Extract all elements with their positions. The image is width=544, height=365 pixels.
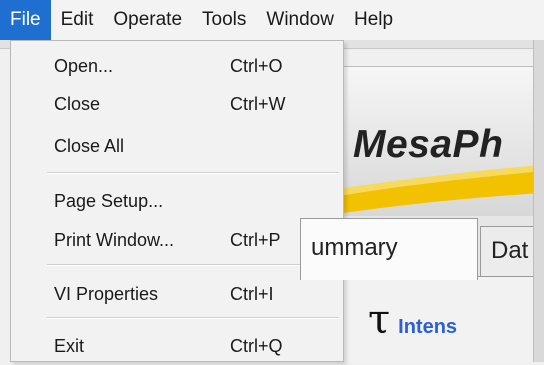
menu-item-label: Open... <box>54 56 114 76</box>
menu-item-close-all[interactable]: Close All <box>11 127 343 165</box>
menu-item-open[interactable]: Open... Ctrl+O <box>11 47 343 85</box>
banner-title: MesaPh <box>353 123 504 166</box>
tab-summary[interactable]: ummary <box>300 218 478 280</box>
menu-item-shortcut: Ctrl+W <box>230 94 286 114</box>
tau-symbol: τ <box>368 297 391 343</box>
menu-item-label: Close All <box>54 136 125 156</box>
window-right-edge <box>533 40 544 362</box>
menu-item-page-setup[interactable]: Page Setup... <box>11 182 343 220</box>
menu-tools[interactable]: Tools <box>192 0 256 40</box>
tab-strip: ummary Dat <box>300 216 544 280</box>
menu-item-label: Exit <box>54 336 85 356</box>
intensity-link[interactable]: Intens <box>398 316 457 339</box>
file-menu-dropdown: Open... Ctrl+O Close Ctrl+W Close All Pa… <box>10 40 344 362</box>
menu-edit[interactable]: Edit <box>51 0 104 40</box>
menu-item-shortcut: Ctrl+O <box>230 56 283 76</box>
menu-item-shortcut: Ctrl+P <box>230 230 281 250</box>
menu-item-shortcut: Ctrl+Q <box>230 336 283 356</box>
menu-operate[interactable]: Operate <box>103 0 192 40</box>
menu-item-label: VI Properties <box>54 284 159 304</box>
menu-separator <box>47 264 339 266</box>
menu-item-shortcut: Ctrl+I <box>230 284 274 304</box>
menu-item-vi-properties[interactable]: VI Properties Ctrl+I <box>11 275 343 313</box>
menu-separator <box>47 172 339 174</box>
intensity-heading: τ Intens <box>368 300 457 340</box>
menu-item-print-window[interactable]: Print Window... Ctrl+P <box>11 221 343 259</box>
menu-item-close[interactable]: Close Ctrl+W <box>11 85 343 123</box>
menu-window[interactable]: Window <box>256 0 344 40</box>
menu-item-label: Print Window... <box>54 230 175 250</box>
menu-item-exit[interactable]: Exit Ctrl+Q <box>11 327 343 365</box>
menu-bar: File Edit Operate Tools Window Help <box>0 0 544 40</box>
menu-separator <box>47 317 339 319</box>
menu-item-label: Close <box>54 94 101 114</box>
menu-help[interactable]: Help <box>344 0 403 40</box>
menu-item-label: Page Setup... <box>54 191 164 211</box>
menu-file[interactable]: File <box>0 0 51 40</box>
